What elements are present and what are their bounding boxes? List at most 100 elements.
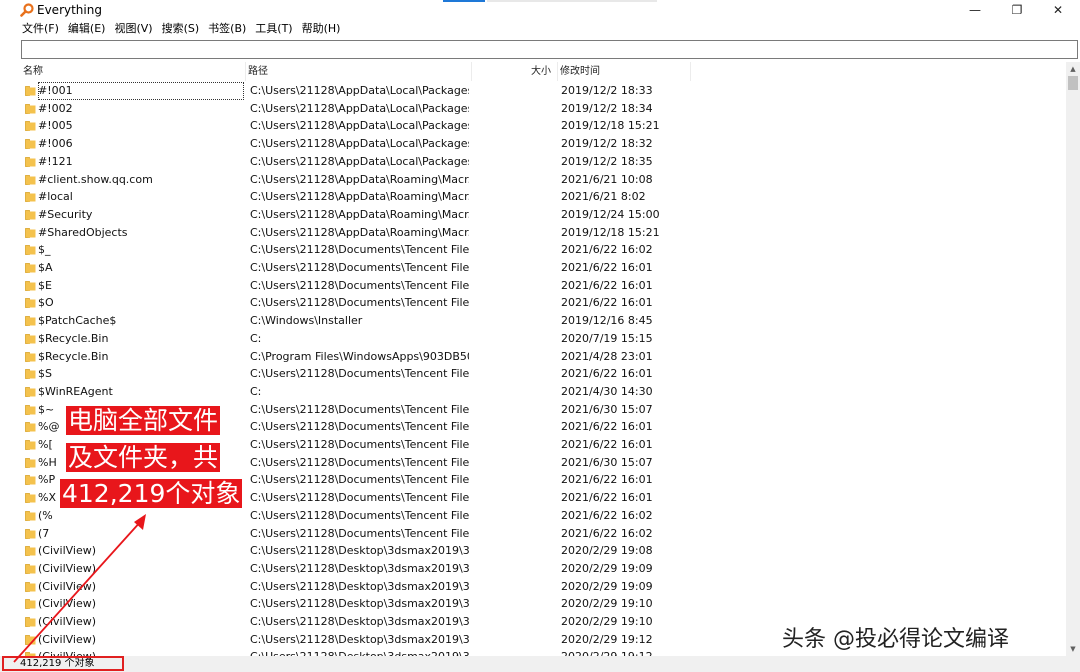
file-path: C:\Users\21128\Documents\Tencent Files..…	[250, 367, 469, 381]
table-row[interactable]: #!121 C:\Users\21128\AppData\Local\Packag…	[21, 153, 1066, 171]
vertical-scrollbar[interactable]: ▲ ▼	[1066, 62, 1080, 656]
folder-icon	[24, 648, 38, 656]
file-name: #!005	[38, 119, 73, 133]
folder-icon	[24, 188, 38, 206]
menu-edit[interactable]: 编辑(E)	[68, 20, 106, 38]
file-modified: 2021/6/22 16:01	[561, 491, 653, 505]
menu-help[interactable]: 帮助(H)	[302, 20, 341, 38]
file-modified: 2020/2/29 19:12	[561, 648, 691, 656]
table-row[interactable]: #local C:\Users\21128\AppData\Roaming\Mac…	[21, 188, 1066, 206]
file-path: C:\Users\21128\Desktop\3dsmax2019\3d...	[250, 597, 469, 611]
file-name: #local	[38, 190, 73, 204]
file-modified: 2020/2/29 19:10	[561, 597, 653, 611]
folder-icon	[24, 348, 38, 366]
file-path: C:\Users\21128\Documents\Tencent Files..…	[250, 455, 469, 469]
menu-tools[interactable]: 工具(T)	[255, 20, 292, 38]
table-row[interactable]: #!005 C:\Users\21128\AppData\Local\Packag…	[21, 117, 1066, 135]
close-button[interactable]: ✕	[1035, 0, 1080, 20]
file-modified: 2021/6/22 16:01	[561, 420, 653, 434]
file-modified: 2021/6/30 15:07	[561, 402, 653, 416]
scroll-down-arrow-icon[interactable]: ▼	[1066, 642, 1080, 656]
table-row[interactable]: $PatchCache$ C:\Windows\Installer 2019/12/…	[21, 312, 1066, 330]
search-input[interactable]	[21, 40, 1078, 59]
file-name: (CivilView)	[38, 561, 97, 575]
file-name: $Recycle.Bin	[38, 331, 109, 345]
file-name: (%	[38, 508, 53, 522]
file-modified: 2020/7/19 15:15	[561, 331, 653, 345]
menu-view[interactable]: 视图(V)	[114, 20, 152, 38]
menu-bookmarks[interactable]: 书签(B)	[208, 20, 246, 38]
file-modified: 2020/2/29 19:08	[561, 544, 653, 558]
menu-file[interactable]: 文件(F)	[22, 20, 59, 38]
table-row[interactable]: (CivilView) C:\Users\21128\Desktop\3dsmax…	[21, 560, 1066, 578]
folder-icon	[24, 489, 38, 507]
menu-search[interactable]: 搜索(S)	[162, 20, 200, 38]
table-row[interactable]: (CivilView) C:\Users\21128\Desktop\3dsmax…	[21, 578, 1066, 596]
table-row[interactable]: #Security C:\Users\21128\AppData\Roaming\…	[21, 206, 1066, 224]
table-row[interactable]: (7 C:\Users\21128\Documents\Tencent Files…	[21, 525, 1066, 543]
file-path: C:\Users\21128\Documents\Tencent Files..…	[250, 473, 469, 487]
folder-icon	[24, 135, 38, 153]
folder-icon	[24, 418, 38, 436]
table-row[interactable]: $Recycle.Bin C:\Program Files\WindowsApps…	[21, 348, 1066, 366]
file-modified: 2021/6/21 10:08	[561, 172, 653, 186]
folder-icon	[24, 206, 38, 224]
minimize-button[interactable]: —	[952, 0, 998, 20]
table-row[interactable]: #SharedObjects C:\Users\21128\AppData\Roa…	[21, 224, 1066, 242]
file-modified: 2021/6/22 16:01	[561, 261, 653, 274]
file-modified: 2019/12/24 15:00	[561, 207, 660, 221]
file-name: #Security	[38, 207, 93, 221]
table-row[interactable]: #!002 C:\Users\21128\AppData\Local\Packag…	[21, 100, 1066, 118]
column-header: 名称 路径 大小 修改时间	[21, 62, 1066, 81]
file-modified: 2020/2/29 19:09	[561, 561, 653, 575]
folder-icon	[24, 224, 38, 242]
table-row[interactable]: #!006 C:\Users\21128\AppData\Local\Packag…	[21, 135, 1066, 153]
results-list: #!001 C:\Users\21128\AppData\Local\Packag…	[21, 82, 1066, 656]
window-title: Everything	[37, 3, 102, 17]
folder-icon	[24, 631, 38, 649]
file-modified: 2021/4/30 14:30	[561, 384, 653, 398]
table-row[interactable]: $Recycle.Bin C: 2020/7/19 15:15	[21, 330, 1066, 348]
title-accent-bar-light	[487, 0, 657, 2]
table-row[interactable]: $E C:\Users\21128\Documents\Tencent Files…	[21, 277, 1066, 295]
table-row[interactable]: $_ C:\Users\21128\Documents\Tencent Files…	[21, 241, 1066, 259]
file-name: #!002	[38, 101, 73, 115]
file-modified: 2019/12/2 18:34	[561, 101, 653, 115]
file-modified: 2019/12/18 15:21	[561, 225, 660, 239]
table-row[interactable]: #client.show.qq.com C:\Users\21128\AppDat…	[21, 171, 1066, 189]
folder-icon	[24, 525, 38, 543]
file-name: (7	[38, 526, 50, 540]
table-row[interactable]: $S C:\Users\21128\Documents\Tencent Files…	[21, 365, 1066, 383]
scroll-up-arrow-icon[interactable]: ▲	[1066, 62, 1080, 76]
column-header-size[interactable]: 大小	[472, 62, 558, 81]
column-header-name[interactable]: 名称	[21, 62, 246, 81]
maximize-button[interactable]: ❐	[994, 0, 1040, 20]
file-modified: 2021/6/22 16:02	[561, 508, 653, 522]
annotation-line-3: 412,219个对象	[60, 479, 243, 508]
table-row[interactable]: $A C:\Users\21128\Documents\Tencent Files…	[21, 259, 1066, 277]
column-header-modified[interactable]: 修改时间	[558, 62, 691, 81]
status-highlight-box	[2, 656, 124, 671]
file-modified: 2021/6/22 16:01	[561, 278, 653, 292]
column-header-path[interactable]: 路径	[246, 62, 472, 81]
table-row[interactable]: (CivilView) C:\Users\21128\Desktop\3dsmax…	[21, 542, 1066, 560]
file-modified: 2021/6/22 16:01	[561, 367, 653, 381]
table-row[interactable]: (% C:\Users\21128\Documents\Tencent Files…	[21, 507, 1066, 525]
table-row[interactable]: (CivilView) C:\Users\21128\Desktop\3dsmax…	[21, 595, 1066, 613]
file-path: C:\Users\21128\Documents\Tencent Files..…	[250, 420, 469, 434]
file-name: $S	[38, 367, 52, 381]
file-name: $A	[38, 261, 53, 274]
file-path: C:\Users\21128\AppData\Roaming\Macr...	[250, 172, 469, 186]
file-path: C:\Users\21128\AppData\Roaming\Macr...	[250, 207, 469, 221]
file-name: (CivilView)	[38, 632, 97, 646]
scrollbar-thumb[interactable]	[1068, 76, 1078, 90]
file-name: (CivilView)	[38, 615, 97, 628]
table-row[interactable]: $O C:\Users\21128\Documents\Tencent Files…	[21, 294, 1066, 312]
file-modified: 2020/2/29 19:10	[561, 615, 653, 628]
table-row[interactable]: $WinREAgent C: 2021/4/30 14:30	[21, 383, 1066, 401]
file-path: C:\Users\21128\Desktop\3dsmax2019\3d...	[250, 615, 469, 628]
folder-icon	[24, 578, 38, 596]
file-name: (CivilView)	[38, 597, 97, 611]
folder-icon	[24, 436, 38, 454]
table-row[interactable]: #!001 C:\Users\21128\AppData\Local\Packag…	[21, 82, 1066, 100]
